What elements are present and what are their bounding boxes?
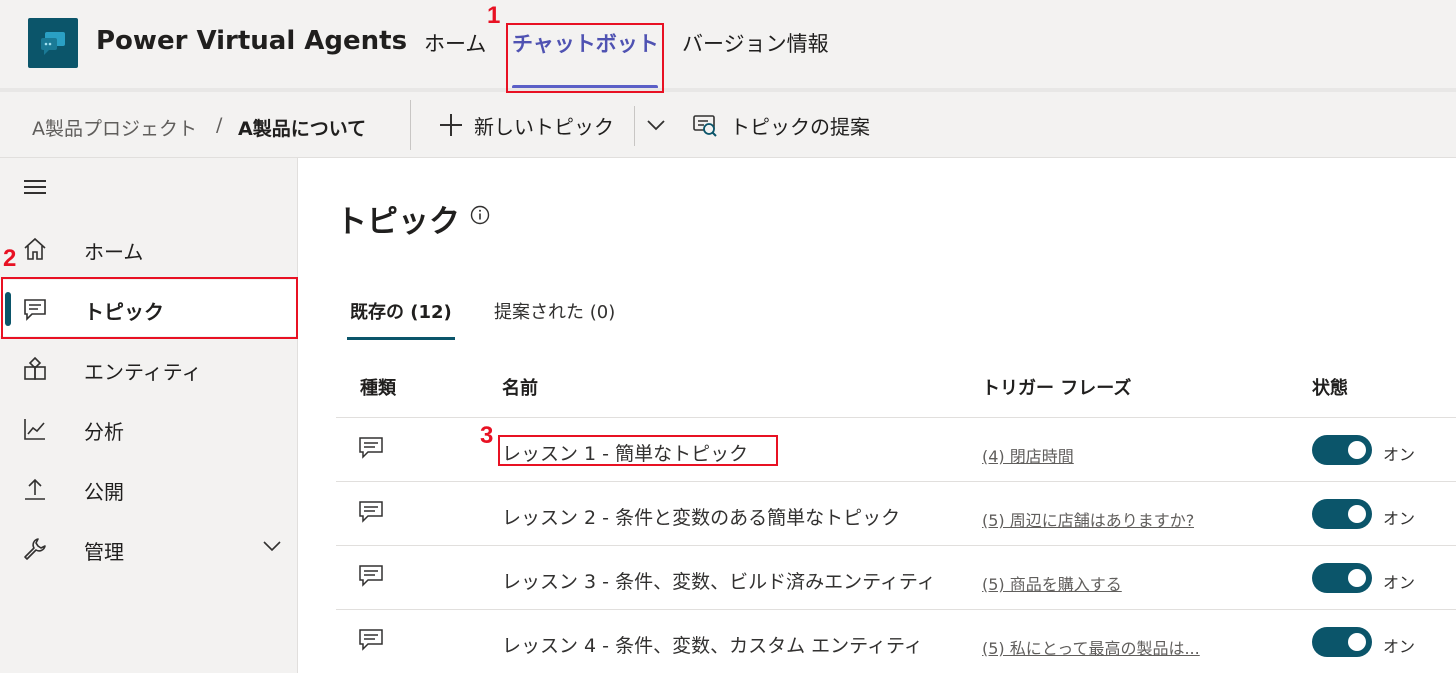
annotation-box-chatbot-tab <box>506 23 664 93</box>
status-label: オン <box>1383 509 1416 528</box>
annotation-box-topics <box>1 277 298 339</box>
table-row[interactable]: レッスン 4 - 条件、変数、カスタム エンティティ (5) 私にとって最高の製… <box>336 610 1456 673</box>
status-label: オン <box>1383 573 1416 592</box>
sidebar-item-label: 公開 <box>84 480 124 504</box>
command-bar: A製品プロジェクト / A製品について 新しいトピック トピックの提案 <box>0 92 1456 158</box>
column-header-status[interactable]: 状態 <box>1312 374 1348 400</box>
upload-icon <box>25 478 45 500</box>
trigger-phrases-link[interactable]: (5) 周辺に店舗はありますか? <box>982 507 1194 531</box>
hamburger-menu-icon[interactable] <box>24 180 46 196</box>
topic-name-link[interactable]: レッスン 2 - 条件と変数のある簡単なトピック <box>502 503 900 530</box>
top-header: Power Virtual Agents ホーム チャットボット バージョン情報 <box>0 0 1456 89</box>
column-header-name[interactable]: 名前 <box>502 374 538 400</box>
sidebar-item-label: エンティティ <box>84 360 202 384</box>
sidebar-item-home[interactable]: ホーム <box>0 220 298 276</box>
toggle-knob <box>1348 505 1366 523</box>
app-title: Power Virtual Agents <box>96 26 408 56</box>
bot-logo-icon <box>41 32 65 55</box>
tab-existing[interactable]: 既存の (12) <box>350 298 452 324</box>
power-virtual-agents-logo[interactable] <box>28 18 78 68</box>
status-toggle[interactable] <box>1312 627 1372 657</box>
split-button-divider <box>634 106 635 146</box>
sidebar-item-label: 管理 <box>84 540 124 564</box>
chat-icon <box>359 629 383 651</box>
toggle-knob <box>1348 441 1366 459</box>
nav-tab-home[interactable]: ホーム <box>424 28 486 58</box>
status-label: オン <box>1383 637 1416 656</box>
status-toggle[interactable] <box>1312 435 1372 465</box>
status-toggle[interactable] <box>1312 499 1372 529</box>
chevron-down-icon <box>647 120 665 131</box>
sidebar-item-label: 分析 <box>84 420 124 444</box>
breadcrumb-project[interactable]: A製品プロジェクト <box>32 114 197 141</box>
home-icon <box>24 237 46 260</box>
breadcrumb-bot[interactable]: A製品について <box>238 114 366 141</box>
annotation-box-lesson-1 <box>498 435 778 466</box>
chat-icon <box>359 565 383 587</box>
sidebar-item-analytics[interactable]: 分析 <box>0 400 298 456</box>
new-topic-label: 新しいトピック <box>474 114 614 139</box>
command-divider <box>410 100 411 150</box>
breadcrumb-separator: / <box>216 114 223 136</box>
topic-name-link[interactable]: レッスン 4 - 条件、変数、カスタム エンティティ <box>502 631 923 658</box>
annotation-number-1: 1 <box>487 2 501 29</box>
new-topic-button[interactable]: 新しいトピック <box>438 108 614 142</box>
suggest-topics-button[interactable]: トピックの提案 <box>692 108 870 142</box>
info-icon[interactable] <box>470 205 490 225</box>
table-row[interactable]: レッスン 3 - 条件、変数、ビルド済みエンティティ (5) 商品を購入する オ… <box>336 546 1456 610</box>
annotation-number-3: 3 <box>480 422 494 449</box>
left-navigation: ホーム トピック エンティティ 分析 公開 管理 <box>0 158 298 673</box>
column-header-type[interactable]: 種類 <box>360 374 396 400</box>
status-label: オン <box>1383 445 1416 464</box>
toggle-knob <box>1348 569 1366 587</box>
sidebar-item-manage[interactable]: 管理 <box>0 520 298 576</box>
wrench-icon <box>24 538 46 560</box>
suggest-topics-label: トピックの提案 <box>730 114 870 139</box>
table-row[interactable]: レッスン 2 - 条件と変数のある簡単なトピック (5) 周辺に店舗はありますか… <box>336 482 1456 546</box>
chat-icon <box>359 437 383 459</box>
tab-suggested[interactable]: 提案された (0) <box>494 298 615 324</box>
trigger-phrases-link[interactable]: (4) 閉店時間 <box>982 443 1074 467</box>
line-chart-icon <box>24 419 45 440</box>
trigger-phrases-link[interactable]: (5) 商品を購入する <box>982 571 1122 595</box>
topic-name-link[interactable]: レッスン 3 - 条件、変数、ビルド済みエンティティ <box>502 567 936 594</box>
tab-active-indicator <box>347 337 455 340</box>
shapes-icon <box>24 356 46 380</box>
sidebar-item-entities[interactable]: エンティティ <box>0 340 298 396</box>
sidebar-item-publish[interactable]: 公開 <box>0 460 298 516</box>
suggest-topics-icon <box>693 115 717 137</box>
chevron-down-icon[interactable] <box>262 540 282 552</box>
status-toggle[interactable] <box>1312 563 1372 593</box>
new-topic-dropdown[interactable] <box>646 108 666 142</box>
nav-tab-version-info[interactable]: バージョン情報 <box>682 28 829 58</box>
page-title: トピック <box>336 204 460 240</box>
column-header-trigger-phrases[interactable]: トリガー フレーズ <box>982 374 1131 400</box>
annotation-number-2: 2 <box>3 245 17 272</box>
sidebar-item-label: ホーム <box>84 240 144 264</box>
trigger-phrases-link[interactable]: (5) 私にとって最高の製品は... <box>982 635 1200 659</box>
toggle-knob <box>1348 633 1366 651</box>
plus-icon <box>440 114 462 136</box>
chat-icon <box>359 501 383 523</box>
